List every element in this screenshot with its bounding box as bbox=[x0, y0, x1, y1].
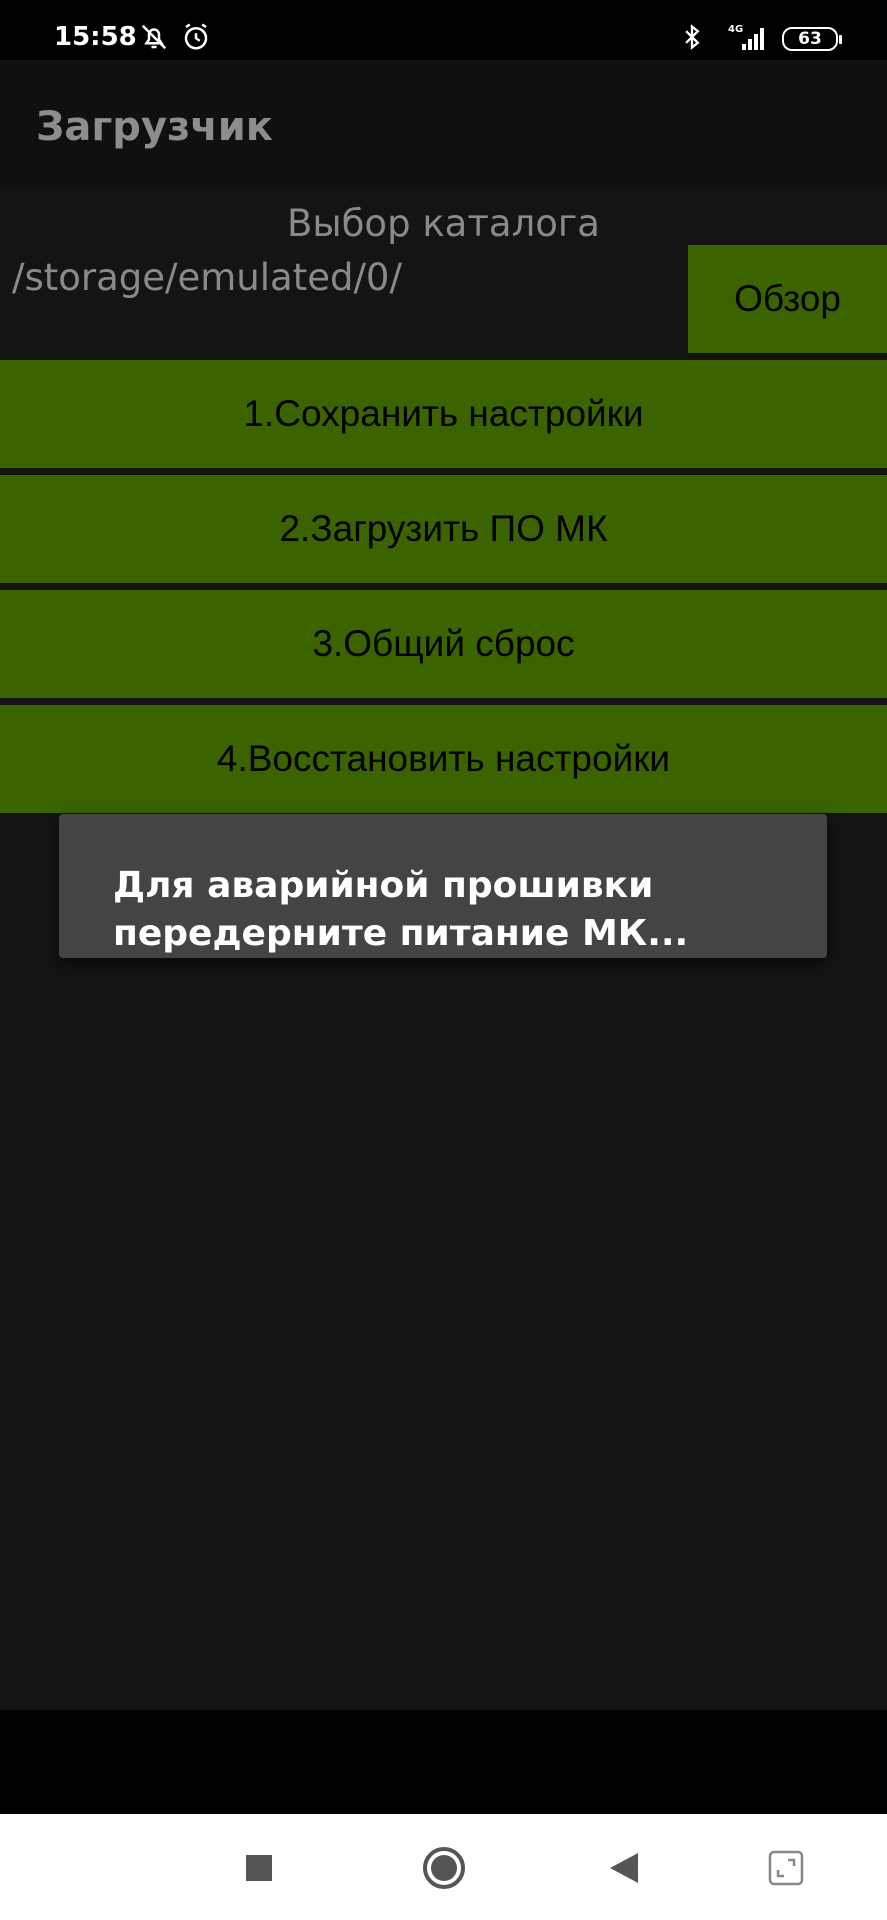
directory-path: /storage/emulated/0/ bbox=[12, 256, 402, 299]
bluetooth-icon bbox=[677, 22, 707, 52]
bell-off-icon bbox=[139, 22, 169, 52]
navigation-bar bbox=[0, 1814, 887, 1920]
save-settings-button[interactable]: 1.Сохранить настройки bbox=[0, 360, 887, 468]
alarm-icon bbox=[181, 22, 211, 52]
toast-text: Для аварийной прошивки передерните питан… bbox=[113, 865, 689, 954]
recents-icon[interactable] bbox=[235, 1844, 283, 1892]
signal-icon: 4G bbox=[728, 22, 770, 52]
screenshot-expand-icon[interactable] bbox=[762, 1844, 810, 1892]
directory-label: Выбор каталога bbox=[287, 202, 600, 245]
status-time: 15:58 bbox=[54, 22, 137, 52]
factory-reset-button[interactable]: 3.Общий сброс bbox=[0, 590, 887, 698]
restore-settings-button[interactable]: 4.Восстановить настройки bbox=[0, 705, 887, 813]
app-bar: Загрузчик bbox=[0, 60, 887, 190]
home-icon[interactable] bbox=[420, 1844, 468, 1892]
bottom-band bbox=[0, 1710, 887, 1814]
network-type-label: 4G bbox=[728, 24, 743, 35]
status-bar: 15:58 4G 63 bbox=[0, 0, 887, 60]
back-icon[interactable] bbox=[600, 1844, 648, 1892]
battery-icon: 63 bbox=[782, 27, 842, 51]
toast-message: Для аварийной прошивки передерните питан… bbox=[59, 814, 827, 958]
app-title: Загрузчик bbox=[36, 104, 273, 150]
browse-button[interactable]: Обзор bbox=[688, 245, 887, 353]
upload-firmware-button[interactable]: 2.Загрузить ПО МК bbox=[0, 475, 887, 583]
